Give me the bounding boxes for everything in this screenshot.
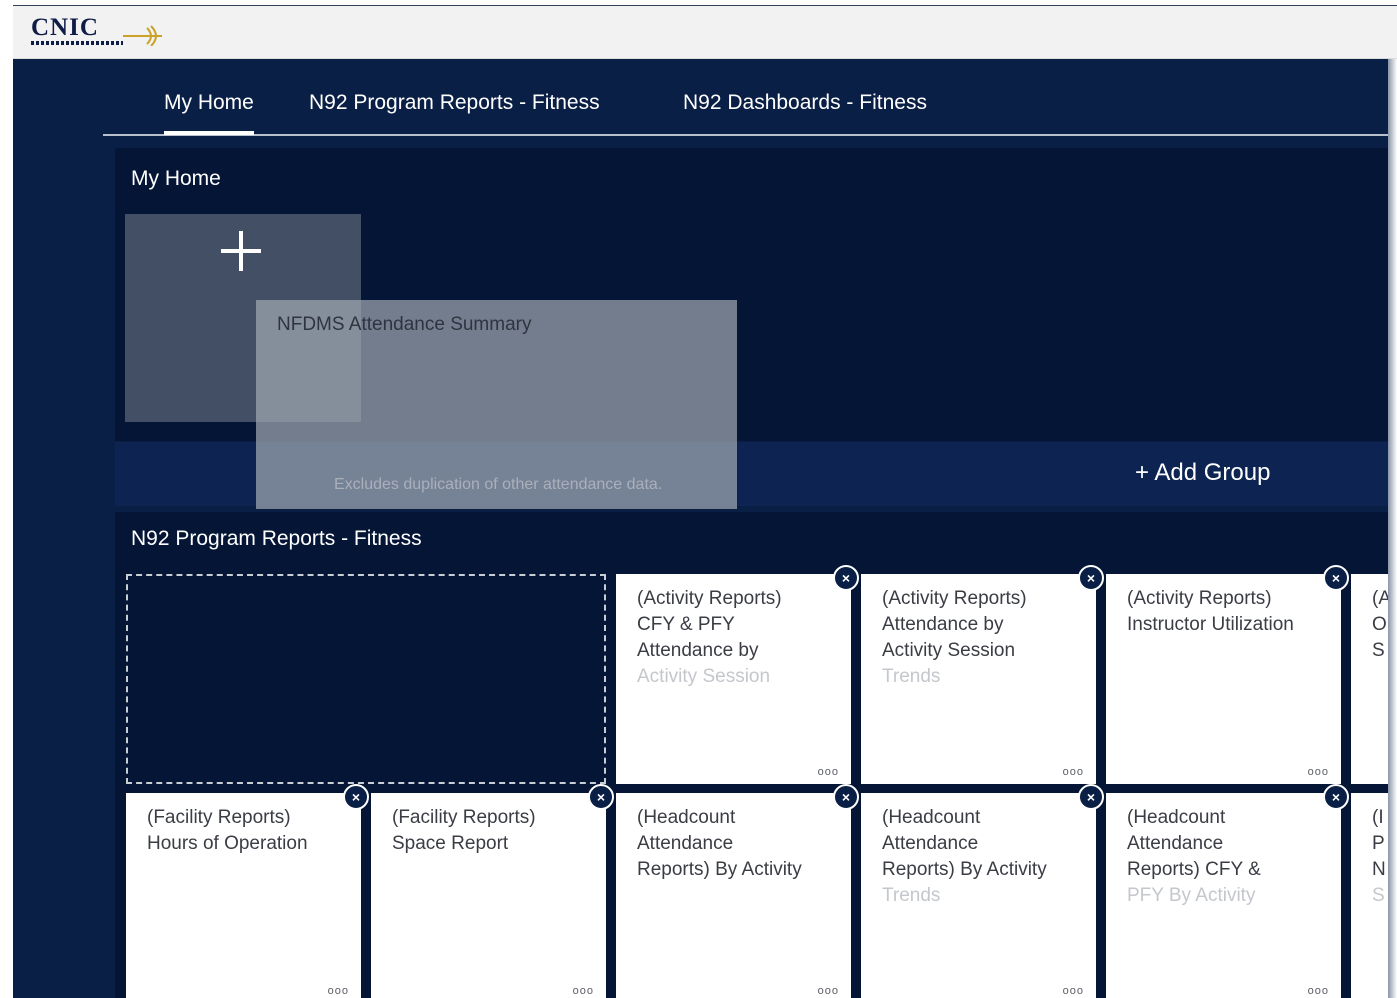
report-tile[interactable]: (Facility Reports) Hours of Operation oo… [126, 784, 369, 998]
tab-program-reports[interactable]: N92 Program Reports - Fitness [309, 91, 600, 115]
group-program-reports: N92 Program Reports - Fitness (Activity … [115, 512, 1388, 998]
close-icon[interactable]: × [1323, 565, 1349, 591]
report-tile[interactable]: (Headcount Attendance Reports) CFY & PFY… [1106, 784, 1349, 998]
logo-text: CNIC [31, 14, 99, 41]
close-icon[interactable]: × [588, 784, 614, 810]
more-options-icon[interactable]: ooo [1308, 985, 1329, 997]
more-options-icon[interactable]: ooo [818, 766, 839, 778]
trident-icon [123, 25, 162, 46]
window-edge-shadow [1388, 59, 1397, 998]
close-icon[interactable]: × [343, 784, 369, 810]
add-group-button[interactable]: + Add Group [1135, 459, 1270, 487]
report-tile[interactable]: (Facility Reports) Space Report ooo × [371, 784, 614, 998]
cnic-logo[interactable]: CNIC [31, 14, 162, 48]
close-icon[interactable]: × [833, 565, 859, 591]
tab-my-home[interactable]: My Home [164, 91, 254, 135]
tile-title: (Activity Reports) Attendance by Activit… [882, 588, 1027, 687]
more-options-icon[interactable]: ooo [573, 985, 594, 997]
report-tile[interactable]: (Activity Reports) Attendance by Activit… [861, 565, 1104, 784]
close-icon[interactable]: × [1323, 784, 1349, 810]
dragging-tile[interactable]: NFDMS Attendance Summary Excludes duplic… [256, 300, 737, 509]
report-tile[interactable]: (Activity Reports) Instructor Utilizatio… [1106, 565, 1349, 784]
dragging-tile-title: NFDMS Attendance Summary [277, 314, 532, 335]
report-tile[interactable]: (Activity Reports) CFY & PFY Attendance … [616, 565, 859, 784]
report-tile[interactable]: (Headcount Attendance Reports) By Activi… [861, 784, 1104, 998]
more-options-icon[interactable]: ooo [1308, 766, 1329, 778]
tab-bar: My Home N92 Program Reports - Fitness N9… [103, 59, 1388, 136]
more-options-icon[interactable]: ooo [328, 985, 349, 997]
tile-title: (Headcount Attendance Reports) CFY & PFY… [1127, 807, 1261, 906]
dashboard-shell: My Home N92 Program Reports - Fitness N9… [13, 59, 1388, 998]
report-tile-clipped[interactable]: (A O S [1351, 574, 1388, 784]
tile-drop-zone[interactable] [126, 574, 606, 784]
more-options-icon[interactable]: ooo [1063, 985, 1084, 997]
group-title-program-reports: N92 Program Reports - Fitness [131, 527, 422, 550]
close-icon[interactable]: × [1078, 565, 1104, 591]
plus-icon [221, 231, 261, 271]
dragging-tile-description: Excludes duplication of other attendance… [334, 476, 663, 493]
tile-title: (Activity Reports) CFY & PFY Attendance … [637, 588, 782, 687]
report-tile-clipped[interactable]: (I P N S [1351, 793, 1388, 998]
tile-title: (Activity Reports) Instructor Utilizatio… [1127, 588, 1294, 635]
tile-title: (A O S [1372, 588, 1388, 661]
more-options-icon[interactable]: ooo [818, 985, 839, 997]
tile-title: (Headcount Attendance Reports) By Activi… [882, 807, 1047, 906]
app-header: CNIC [13, 6, 1397, 59]
tile-title: (Facility Reports) Hours of Operation [147, 807, 308, 854]
close-icon[interactable]: × [833, 784, 859, 810]
group-title-my-home: My Home [131, 167, 221, 190]
tile-title: (Headcount Attendance Reports) By Activi… [637, 807, 802, 880]
tile-title: (I P N S [1372, 807, 1386, 906]
close-icon[interactable]: × [1078, 784, 1104, 810]
more-options-icon[interactable]: ooo [1063, 766, 1084, 778]
tile-title: (Facility Reports) Space Report [392, 807, 536, 854]
tab-dashboards[interactable]: N92 Dashboards - Fitness [683, 91, 927, 115]
report-tile[interactable]: (Headcount Attendance Reports) By Activi… [616, 784, 859, 998]
logo-subtext-band [31, 41, 123, 45]
